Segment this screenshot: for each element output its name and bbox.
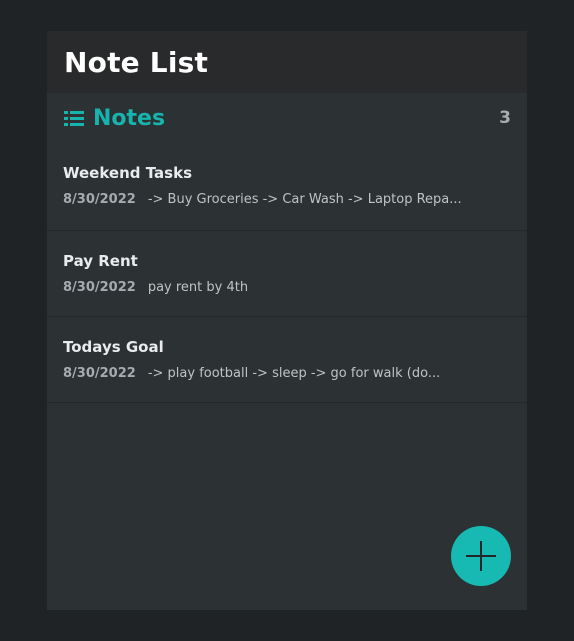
app-header: Note List (47, 31, 527, 93)
note-title: Todays Goal (63, 338, 164, 356)
notes-count-badge: 3 (499, 108, 511, 128)
note-meta: 8/30/2022 pay rent by 4th (63, 280, 527, 296)
note-title: Weekend Tasks (63, 164, 192, 182)
note-meta: 8/30/2022 -> Buy Groceries -> Car Wash -… (63, 192, 527, 208)
note-preview: pay rent by 4th (147, 280, 249, 295)
page-title: Note List (64, 45, 209, 79)
plus-icon (465, 540, 497, 572)
list-icon (64, 109, 84, 127)
note-title: Pay Rent (63, 252, 138, 270)
list-item[interactable]: Todays Goal 8/30/2022 -> play football -… (47, 317, 527, 403)
list-item[interactable]: Weekend Tasks 8/30/2022 -> Buy Groceries… (47, 143, 527, 231)
note-date: 8/30/2022 (63, 192, 136, 207)
note-meta: 8/30/2022 -> play football -> sleep -> g… (63, 366, 527, 382)
list-item[interactable]: Pay Rent 8/30/2022 pay rent by 4th (47, 231, 527, 317)
notes-section-header: Notes 3 (47, 93, 527, 143)
note-date: 8/30/2022 (63, 366, 136, 381)
add-note-button[interactable] (451, 526, 511, 586)
notes-label: Notes (93, 105, 166, 131)
note-list: Weekend Tasks 8/30/2022 -> Buy Groceries… (47, 143, 527, 403)
note-date: 8/30/2022 (63, 280, 136, 295)
note-list-panel: Note List Notes 3 Weekend Tasks 8/30/202… (47, 31, 527, 610)
note-preview: -> Buy Groceries -> Car Wash -> Laptop R… (147, 192, 462, 207)
note-preview: -> play football -> sleep -> go for walk… (147, 366, 441, 381)
notes-heading: Notes (64, 106, 165, 131)
